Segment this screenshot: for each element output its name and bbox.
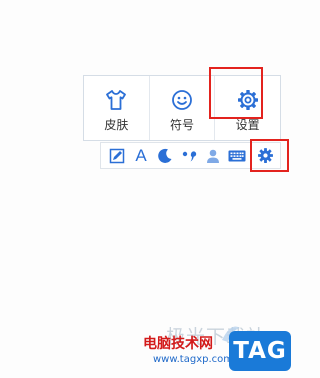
ime-menu-panel: 皮肤 符号 设置 xyxy=(83,75,281,141)
watermark-tag-badge: TAG xyxy=(229,331,291,371)
watermark-url: www.tagxp.com xyxy=(153,354,233,365)
symbol-label: 符号 xyxy=(170,118,195,132)
font-a-icon: A xyxy=(135,146,147,165)
smiley-icon xyxy=(172,90,192,110)
user-toolbar-button[interactable] xyxy=(201,144,225,168)
edit-square-icon xyxy=(109,148,125,163)
symbol-menu-item[interactable]: 符号 xyxy=(148,76,215,140)
keyboard-icon xyxy=(228,150,246,161)
watermark-site-name: 电脑技术网 xyxy=(143,336,213,352)
punctuation-toolbar-button[interactable] xyxy=(177,144,201,168)
font-toolbar-button[interactable]: A xyxy=(129,144,153,168)
gear-icon xyxy=(237,90,258,110)
skin-menu-item[interactable]: 皮肤 xyxy=(84,76,149,140)
skin-label: 皮肤 xyxy=(104,118,129,132)
gear-icon xyxy=(257,148,273,163)
moon-icon xyxy=(158,148,172,163)
ime-toolbar: A xyxy=(100,142,281,169)
settings-label: 设置 xyxy=(235,118,260,132)
keyboard-toolbar-button[interactable] xyxy=(225,144,249,168)
punctuation-icon xyxy=(182,150,197,161)
user-icon xyxy=(207,149,219,163)
settings-toolbar-button[interactable] xyxy=(253,144,277,168)
theme-toolbar-button[interactable] xyxy=(153,144,177,168)
edit-toolbar-button[interactable] xyxy=(105,144,129,168)
shirt-icon xyxy=(106,90,127,110)
settings-menu-item[interactable]: 设置 xyxy=(214,76,280,140)
